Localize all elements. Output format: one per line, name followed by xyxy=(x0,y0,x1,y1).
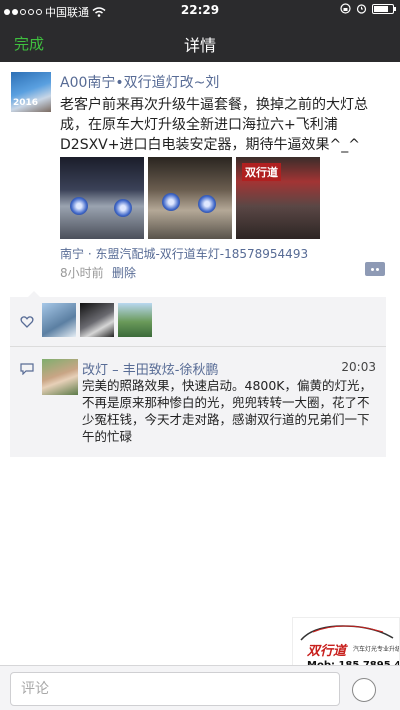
post-location[interactable]: 南宁 · 东盟汽配城-双行道车灯-18578954493 xyxy=(60,245,308,262)
emoji-icon[interactable] xyxy=(352,678,376,702)
comment-bubble-icon xyxy=(20,363,34,375)
status-bar: 中国联通 22:29 xyxy=(0,0,400,22)
delete-button[interactable]: 删除 xyxy=(112,264,136,281)
status-right xyxy=(340,3,396,14)
commenter-name[interactable]: 改灯 – 丰田致炫-徐秋鹏 xyxy=(82,359,218,378)
liker-avatars xyxy=(42,303,152,337)
battery-icon xyxy=(372,3,396,14)
commenter-avatar[interactable] xyxy=(42,359,78,395)
navigation-bar: 完成 详情 xyxy=(0,22,400,62)
comment-input[interactable] xyxy=(10,672,340,706)
car-headlight-photo[interactable] xyxy=(60,157,144,239)
comment-input-bar xyxy=(0,665,400,710)
liker-avatar[interactable] xyxy=(42,303,76,337)
watermark-brand: 双行道 xyxy=(307,644,347,659)
more-actions-button[interactable] xyxy=(365,262,385,276)
post-time: 8小时前 xyxy=(60,266,104,280)
post-photos: 双行道 xyxy=(60,157,320,239)
shop-sign: 双行道 xyxy=(242,163,281,181)
liker-avatar[interactable] xyxy=(118,303,152,337)
watermark-subtitle: 汽车灯光专业升级 xyxy=(353,646,400,653)
projector-lens-photo[interactable] xyxy=(148,157,232,239)
comment-text[interactable]: 完美的照路效果，快速启动。4800K，偏黄的灯光，不再是原来那种惨白的光，兜兜转… xyxy=(82,377,380,445)
rotation-lock-icon xyxy=(340,3,351,14)
comment-time: 20:03 xyxy=(341,360,376,374)
shop-front-photo[interactable]: 双行道 xyxy=(236,157,320,239)
post-author-name[interactable]: A00南宁•双行道灯改~刘 xyxy=(60,72,219,92)
page-title: 详情 xyxy=(183,36,216,55)
post-text: 老客户前来再次升级牛逼套餐，换掉之前的大灯总成，在原车大灯升级全新进口海拉六+飞… xyxy=(60,97,368,153)
likes-comments-panel: 改灯 – 丰田致炫-徐秋鹏 20:03 完美的照路效果，快速启动。4800K，偏… xyxy=(10,291,386,457)
heart-outline-icon xyxy=(20,316,34,328)
panel-divider xyxy=(10,346,386,347)
liker-avatar[interactable] xyxy=(80,303,114,337)
alarm-icon xyxy=(356,4,367,14)
author-avatar[interactable]: 2016 xyxy=(11,72,51,112)
